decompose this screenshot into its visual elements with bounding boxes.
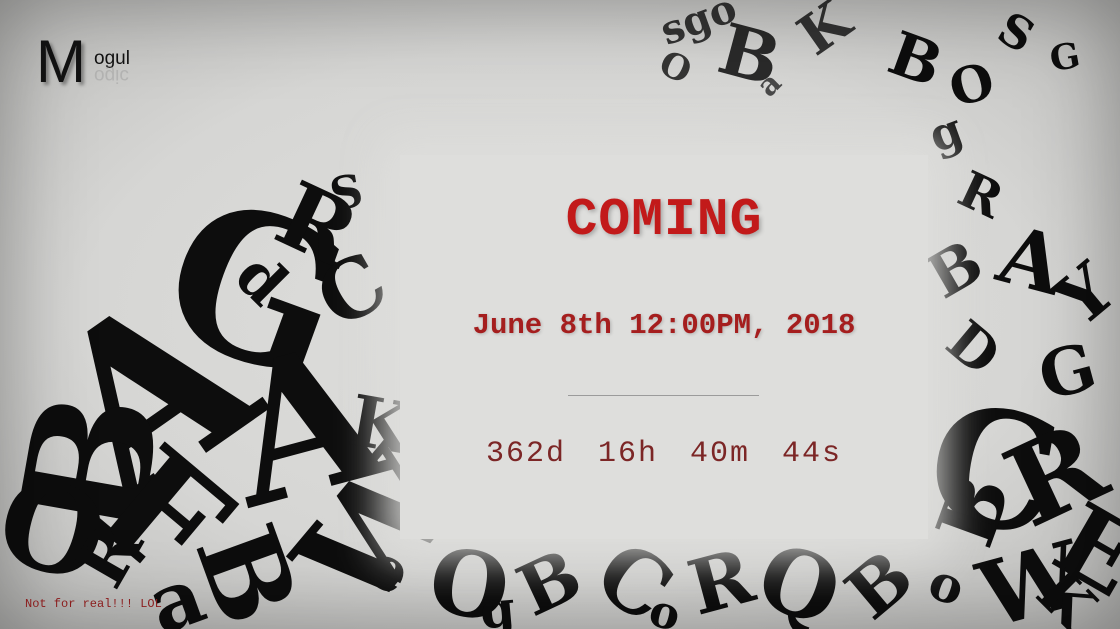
mogul-logo[interactable]: M ogul ogic (36, 32, 146, 102)
logo-initial: M (36, 28, 86, 95)
coming-soon-page: A G B A F R C O W B K a d S R e O B C R … (0, 0, 1120, 629)
countdown-hours: 16h (597, 437, 658, 471)
coming-title: COMING (565, 190, 763, 250)
countdown-timer: 362d 16h 40m 44s (400, 437, 928, 471)
divider-line (568, 395, 759, 396)
countdown-minutes: 40m (690, 437, 751, 471)
countdown-seconds: 44s (782, 437, 843, 471)
countdown-days: 362d (485, 437, 566, 471)
logo-reflection: ogic (94, 65, 129, 86)
footer-note: Not for real!!! LOL (25, 597, 162, 611)
coming-soon-panel: COMING June 8th 12:00PM, 2018 362d 16h 4… (400, 155, 928, 539)
launch-date: June 8th 12:00PM, 2018 (472, 309, 856, 342)
